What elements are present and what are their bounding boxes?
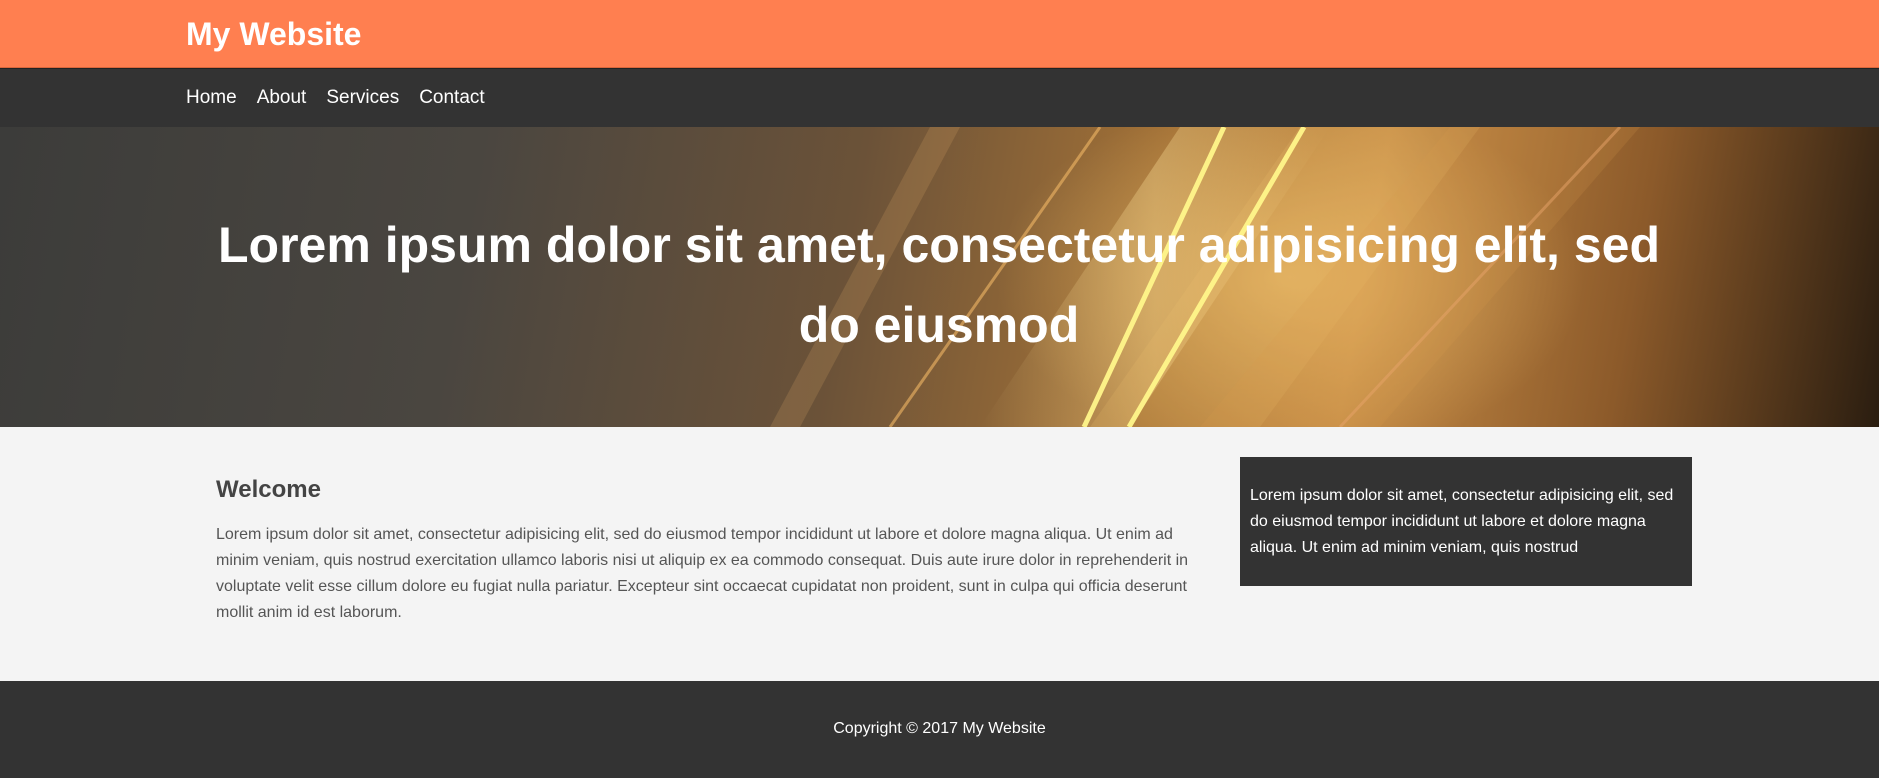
site-header: My Website <box>0 0 1879 68</box>
main-nav: Home About Services Contact <box>0 68 1879 127</box>
hero-heading: Lorem ipsum dolor sit amet, consectetur … <box>218 217 1660 353</box>
nav-link-contact[interactable]: Contact <box>419 86 484 110</box>
welcome-paragraph: Lorem ipsum dolor sit amet, consectetur … <box>216 526 1189 621</box>
main-content: Welcome Lorem ipsum dolor sit amet, cons… <box>0 427 1879 681</box>
nav-link-home[interactable]: Home <box>186 86 237 110</box>
sidebar-text: Lorem ipsum dolor sit amet, consectetur … <box>1250 487 1674 556</box>
footer-copyright: Copyright © 2017 My Website <box>833 720 1046 737</box>
sidebar-box: Lorem ipsum dolor sit amet, consectetur … <box>1240 457 1692 586</box>
nav-link-about[interactable]: About <box>257 86 307 110</box>
nav-list: Home About Services Contact <box>186 86 505 110</box>
site-footer: Copyright © 2017 My Website <box>0 681 1879 778</box>
hero-banner: Lorem ipsum dolor sit amet, consectetur … <box>0 127 1879 427</box>
welcome-heading: Welcome <box>216 476 321 503</box>
nav-link-services[interactable]: Services <box>326 86 399 110</box>
site-title[interactable]: My Website <box>186 14 361 54</box>
